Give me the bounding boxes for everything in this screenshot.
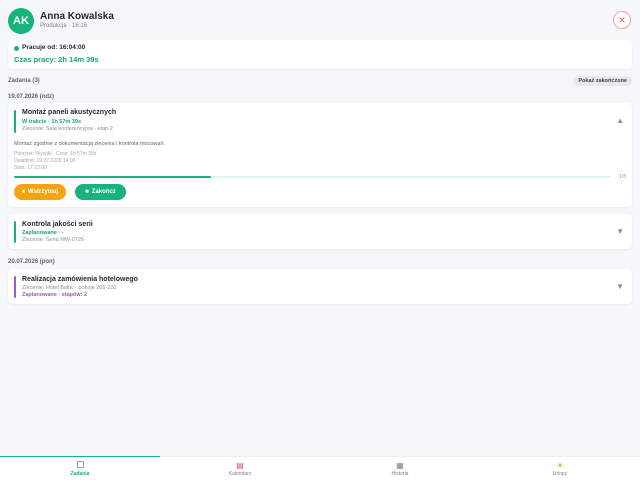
task-order: Zlecenie: Hotel Baltic - pokoje 201-220 <box>22 285 117 291</box>
task-status: W trakcie · 1h 57m 39s <box>22 119 82 125</box>
task-priority: Priorytet: Wysoki · Czas: 1h 57m 39s <box>14 151 97 157</box>
history-icon: ▦ <box>396 461 404 470</box>
task-status: Zaplanowane · - <box>22 230 64 236</box>
date-label: 19.07.2026 (ndz) <box>8 94 55 100</box>
close-button[interactable]: ✕ <box>613 11 631 29</box>
task-title: Kontrola jakości serii <box>22 221 93 228</box>
nav-label: Historia <box>391 471 409 477</box>
task-title: Realizacja zamówienia hotelowego <box>22 276 138 283</box>
task-card[interactable]: Kontrola jakości serii Zaplanowane · - Z… <box>8 214 632 249</box>
date-label: 20.07.2026 (pon) <box>8 259 55 265</box>
stop-icon: ■ <box>85 189 89 195</box>
task-start: Start: 17:23:00 <box>14 165 47 171</box>
nav-active-indicator <box>0 456 160 457</box>
work-since: Pracuje od: 16:04:00 <box>22 44 86 51</box>
task-accent-bar <box>14 221 16 243</box>
progress-text: 1/3 <box>619 174 626 180</box>
tasks-title: Zadania (3) <box>8 78 40 84</box>
user-name: Anna Kowalska <box>40 11 114 22</box>
user-subtitle: Produkcja · 16:16 <box>40 23 88 29</box>
nav-label: Zadania <box>70 471 90 477</box>
finish-label: Zakończ <box>91 189 116 195</box>
chevron-up-icon[interactable]: ▲ <box>616 116 624 125</box>
task-card[interactable]: Montaż paneli akustycznych W trakcie · 1… <box>8 103 632 207</box>
task-accent-bar <box>14 276 16 298</box>
pause-label: Wstrzymaj <box>28 189 59 195</box>
nav-item-calendar[interactable]: ▤ Kalendarz <box>160 461 320 477</box>
task-status: Zaplanowane · etapów: 2 <box>22 292 88 298</box>
app-header: AK Anna Kowalska Produkcja · 16:16 ✕ <box>0 0 640 40</box>
task-accent-bar <box>14 110 16 133</box>
nav-label: Urlopy <box>552 471 568 477</box>
task-order: Zlecenie: Sala konferencyjna - etap 2 <box>22 126 113 132</box>
bottom-nav: Zadania ▤ Kalendarz ▦ Historia ☀ Urlopy <box>0 456 640 480</box>
progress-fill <box>14 176 211 178</box>
close-icon: ✕ <box>618 14 626 25</box>
nav-item-vacation[interactable]: ☀ Urlopy <box>480 461 640 477</box>
progress-bar <box>14 176 611 178</box>
nav-item-tasks[interactable]: Zadania <box>0 461 160 477</box>
tasks-icon <box>0 461 160 470</box>
status-dot-icon <box>14 46 19 51</box>
pause-icon: ⏸ <box>21 188 25 195</box>
finish-button[interactable]: ■ Zakończ <box>75 184 126 200</box>
nav-label: Kalendarz <box>228 471 252 477</box>
work-time-card: Pracuje od: 16:04:00 Czas pracy: 2h 14m … <box>8 40 632 69</box>
task-description: Montaż zgodnie z dokumentacją zlecenia i… <box>14 141 166 147</box>
pause-button[interactable]: ⏸ Wstrzymaj <box>14 184 66 200</box>
task-title: Montaż paneli akustycznych <box>22 109 117 116</box>
tasks-header: Zadania (3) Pokaż zakończone <box>8 76 632 88</box>
chevron-down-icon[interactable]: ▼ <box>616 227 624 236</box>
avatar: AK <box>8 8 34 34</box>
chevron-down-icon[interactable]: ▼ <box>616 282 624 291</box>
task-card[interactable]: Realizacja zamówienia hotelowego Zleceni… <box>8 269 632 304</box>
nav-item-history[interactable]: ▦ Historia <box>320 461 480 477</box>
calendar-icon: ▤ <box>236 461 244 470</box>
task-deadline: Deadline: 19.07.2026 14:00 <box>14 158 76 164</box>
task-order: Zlecenie: Seria MW-0726 <box>22 237 84 243</box>
work-duration: Czas pracy: 2h 14m 39s <box>14 55 99 64</box>
show-done-button[interactable]: Pokaż zakończone <box>573 76 632 86</box>
vacation-icon: ☀ <box>556 461 564 470</box>
